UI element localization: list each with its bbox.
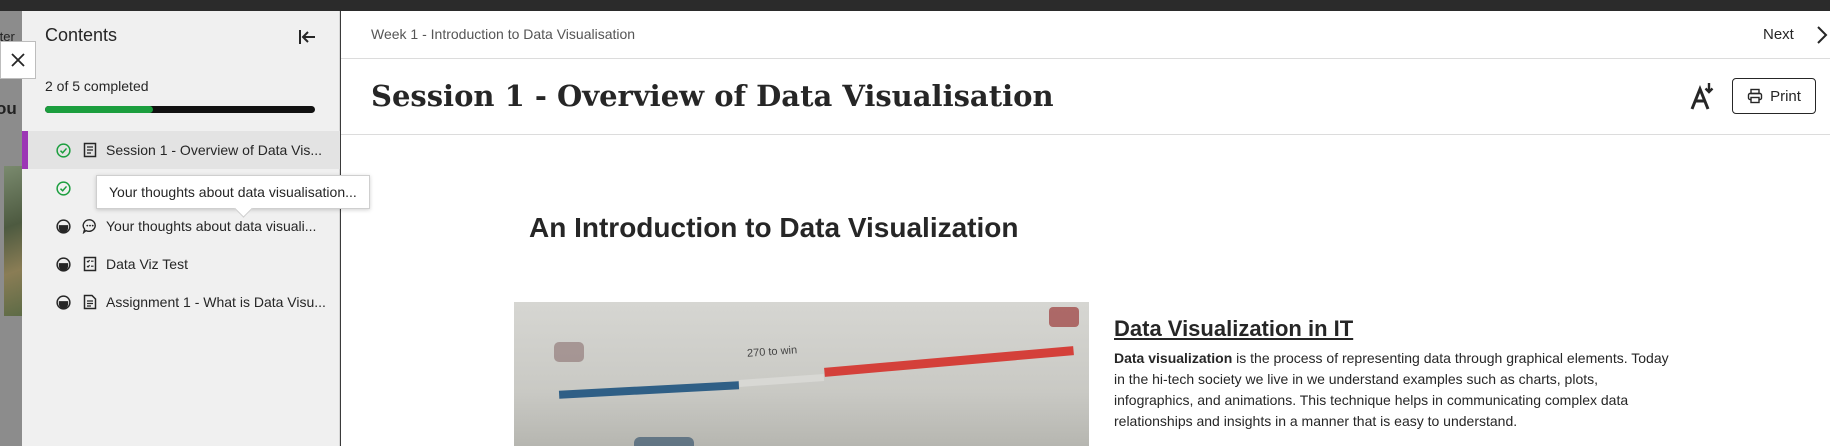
contents-item-label: Your thoughts about data visuali... [106, 218, 317, 234]
collapse-sidebar-button[interactable] [294, 24, 320, 50]
breadcrumb[interactable]: Week 1 - Introduction to Data Visualisat… [371, 26, 635, 42]
progress-fill [45, 106, 153, 113]
contents-item-label: Data Viz Test [106, 256, 188, 272]
progress-text: 2 of 5 completed [45, 78, 149, 94]
close-icon [11, 53, 25, 67]
item-tooltip: Your thoughts about data visualisation..… [96, 175, 370, 209]
background-heading: ou [0, 99, 17, 118]
hero-image: 270 to win [514, 302, 1089, 446]
content-heading: An Introduction to Data Visualization [529, 212, 1019, 243]
print-button[interactable]: Print [1732, 78, 1816, 114]
not-started-icon [56, 219, 71, 234]
next-button[interactable]: Next [1763, 26, 1794, 43]
contents-item-label: Session 1 - Overview of Data Vis... [106, 142, 323, 158]
completed-check-icon [56, 181, 71, 196]
print-label: Print [1770, 87, 1801, 105]
backdrop-top [0, 0, 1830, 11]
sidebar-title: Contents [45, 25, 118, 45]
progress-bar [45, 106, 315, 113]
collapse-left-icon [299, 30, 315, 44]
test-icon [83, 256, 97, 272]
side-text-block: Data Visualization in IT Data visualizat… [1114, 316, 1674, 432]
discussion-icon [82, 219, 96, 234]
not-started-icon [56, 295, 71, 310]
background-image [4, 166, 22, 316]
side-paragraph-bold: Data visualization [1114, 350, 1233, 366]
contents-item[interactable]: Your thoughts about data visuali... [22, 207, 340, 245]
title-bar: Session 1 - Overview of Data Visualisati… [341, 59, 1830, 135]
image-detail [634, 437, 694, 446]
immersive-reader-icon[interactable] [1689, 81, 1717, 111]
contents-sidebar: Contents 2 of 5 completed Session 1 - Ov… [22, 11, 370, 446]
side-paragraph: Data visualization is the process of rep… [1114, 348, 1674, 432]
contents-list: Session 1 - Overview of Data Vis... Your… [22, 131, 340, 321]
content-panel: Week 1 - Introduction to Data Visualisat… [341, 11, 1830, 446]
contents-item[interactable]: Assignment 1 - What is Data Visu... [22, 283, 340, 321]
not-started-icon [56, 257, 71, 272]
contents-item[interactable]: Data Viz Test [22, 245, 340, 283]
document-icon [83, 142, 97, 158]
image-bar-red [824, 346, 1074, 377]
image-detail [1049, 307, 1079, 327]
image-bar-gray [738, 374, 825, 387]
completed-check-icon [56, 143, 71, 158]
contents-item[interactable]: Session 1 - Overview of Data Vis... [22, 131, 340, 169]
breadcrumb-bar: Week 1 - Introduction to Data Visualisat… [341, 11, 1830, 59]
image-caption: 270 to win [746, 344, 798, 360]
side-heading[interactable]: Data Visualization in IT [1114, 316, 1674, 342]
page-title: Session 1 - Overview of Data Visualisati… [371, 79, 1054, 113]
printer-icon [1747, 88, 1763, 104]
image-detail [554, 342, 584, 362]
contents-item-label: Assignment 1 - What is Data Visu... [106, 294, 326, 310]
active-indicator [22, 131, 28, 169]
close-button[interactable] [0, 41, 36, 79]
image-bar-blue [558, 381, 740, 399]
assignment-icon [83, 294, 97, 310]
chevron-right-icon[interactable] [1815, 25, 1829, 45]
content-body: An Introduction to Data Visualization 27… [341, 136, 1830, 446]
